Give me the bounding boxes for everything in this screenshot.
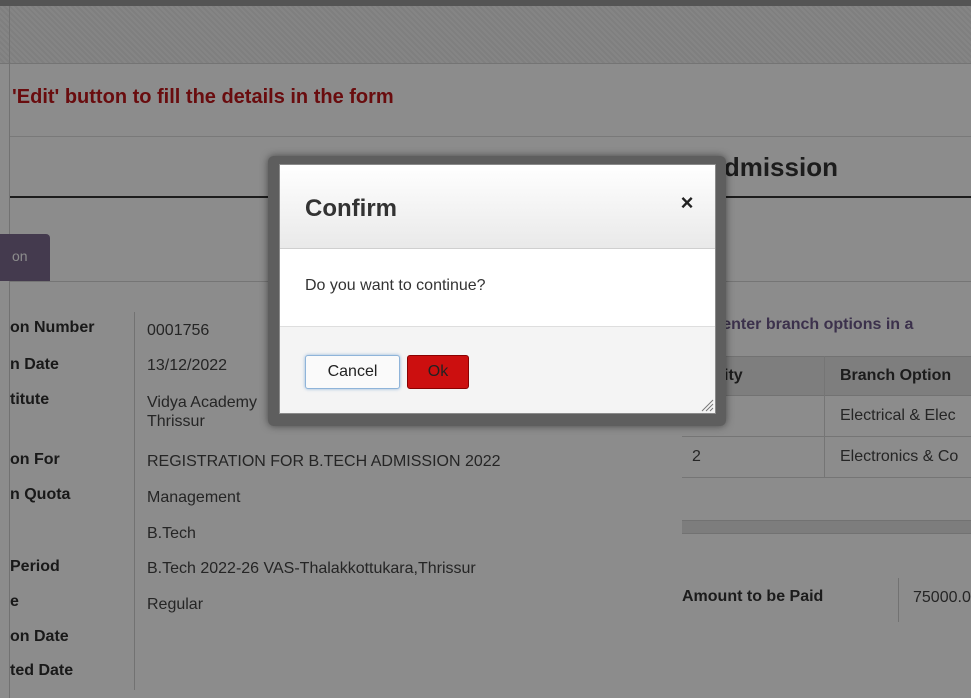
dialog-header: Confirm ×	[280, 165, 715, 249]
dialog-title: Confirm	[305, 195, 397, 222]
confirm-dialog: Confirm × Do you want to continue? Cance…	[279, 164, 716, 414]
close-icon[interactable]: ×	[675, 191, 699, 215]
cancel-button[interactable]: Cancel	[305, 355, 400, 389]
dialog-body: Do you want to continue?	[280, 249, 715, 327]
dialog-message: Do you want to continue?	[305, 277, 486, 294]
ok-button[interactable]: Ok	[407, 355, 469, 389]
dialog-footer: Cancel Ok	[280, 327, 715, 413]
resize-grip-icon[interactable]	[700, 398, 714, 412]
